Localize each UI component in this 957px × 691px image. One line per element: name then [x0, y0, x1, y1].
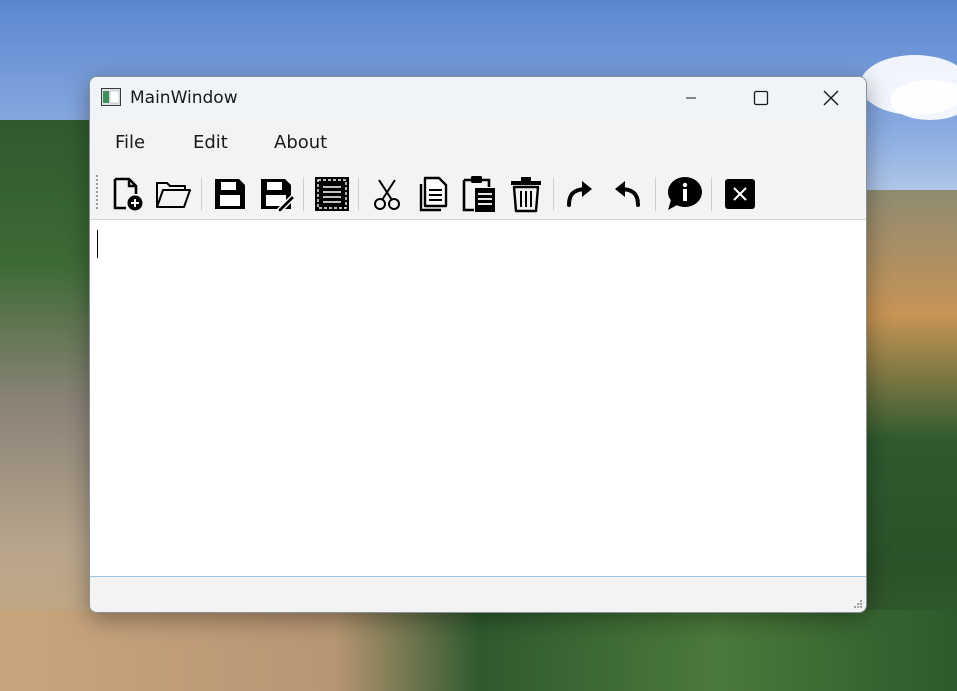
- toolbar-separator: [711, 177, 712, 211]
- text-caret: [97, 230, 98, 258]
- toolbar: [90, 167, 866, 219]
- undo-button[interactable]: [606, 173, 648, 215]
- toolbar-separator: [303, 177, 304, 211]
- close-document-button[interactable]: [719, 173, 761, 215]
- new-file-icon: [113, 177, 143, 211]
- open-file-button[interactable]: [152, 173, 194, 215]
- maximize-button[interactable]: [726, 77, 796, 119]
- close-icon: [725, 179, 755, 209]
- app-icon: [101, 88, 121, 106]
- window-title: MainWindow: [130, 88, 238, 108]
- save-as-button[interactable]: [255, 173, 297, 215]
- save-as-icon: [261, 179, 294, 212]
- close-window-button[interactable]: [796, 77, 866, 119]
- delete-icon: [511, 177, 541, 213]
- save-button[interactable]: [209, 173, 251, 215]
- select-all-button[interactable]: [311, 173, 353, 215]
- new-file-button[interactable]: [106, 173, 148, 215]
- text-editor[interactable]: [90, 219, 866, 577]
- about-info-button[interactable]: [663, 173, 705, 215]
- select-all-icon: [315, 177, 349, 211]
- copy-button[interactable]: [412, 173, 454, 215]
- open-folder-icon: [156, 182, 191, 208]
- main-window: MainWindow File Edit About: [89, 76, 867, 613]
- status-bar: [90, 577, 866, 612]
- menu-bar: File Edit About: [90, 119, 866, 159]
- resize-grip-icon[interactable]: [851, 597, 863, 609]
- minimize-button[interactable]: [656, 77, 726, 119]
- menu-edit[interactable]: Edit: [189, 132, 232, 153]
- info-icon: [668, 177, 702, 210]
- maximize-icon: [753, 90, 769, 106]
- cut-icon: [374, 179, 400, 210]
- toolbar-separator: [553, 177, 554, 211]
- toolbar-separator: [201, 177, 202, 211]
- menu-about[interactable]: About: [270, 132, 331, 153]
- toolbar-separator: [358, 177, 359, 211]
- redo-icon: [567, 181, 592, 207]
- close-icon: [823, 90, 839, 106]
- desktop-wallpaper-left: [0, 120, 95, 691]
- save-icon: [215, 179, 245, 209]
- minimize-icon: [686, 97, 696, 99]
- paste-icon: [462, 176, 495, 212]
- redo-button[interactable]: [559, 173, 601, 215]
- delete-button[interactable]: [505, 173, 547, 215]
- cut-button[interactable]: [366, 173, 408, 215]
- copy-icon: [419, 176, 448, 212]
- toolbar-separator: [655, 177, 656, 211]
- title-bar[interactable]: MainWindow: [90, 77, 866, 119]
- paste-button[interactable]: [458, 173, 500, 215]
- menu-file[interactable]: File: [111, 132, 149, 153]
- toolbar-grip[interactable]: [96, 175, 98, 211]
- undo-icon: [615, 181, 640, 207]
- desktop-wallpaper-bottom: [0, 610, 957, 691]
